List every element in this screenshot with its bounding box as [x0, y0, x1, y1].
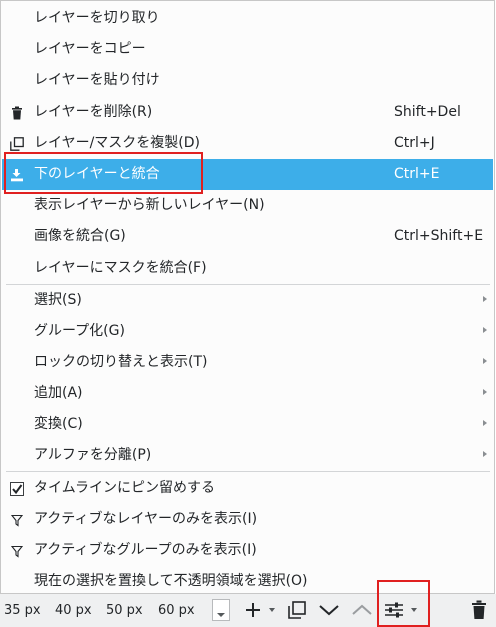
option-pin-timeline[interactable]: タイムラインにピン留めする: [2, 473, 493, 504]
submenu-select[interactable]: 選択(S): [2, 285, 493, 316]
menu-item-merge-down[interactable]: 下のレイヤーと統合 Ctrl+E: [2, 159, 493, 190]
menu-item-cut-layer[interactable]: レイヤーを切り取り: [2, 3, 493, 34]
menu-item-paste-layer[interactable]: レイヤーを貼り付け: [2, 65, 493, 96]
layer-context-menu: レイヤーを切り取り レイヤーをコピー レイヤーを貼り付け レイヤーを削除(R) …: [0, 0, 495, 594]
submenu-arrow-icon: [483, 420, 487, 426]
option-show-active-layer-only[interactable]: アクティブなレイヤーのみを表示(I): [2, 504, 493, 535]
menu-item-label: タイムラインにピン留めする: [34, 480, 216, 496]
menu-item-label: レイヤー/マスクを複製(D): [34, 135, 201, 151]
submenu-arrow-icon: [483, 327, 487, 333]
menu-item-new-from-visible[interactable]: 表示レイヤーから新しいレイヤー(N): [2, 190, 493, 221]
menu-item-shortcut: Ctrl+E: [394, 166, 440, 182]
trash-icon[interactable]: [466, 598, 492, 622]
menu-item-delete-layer[interactable]: レイヤーを削除(R) Shift+Del: [2, 97, 493, 128]
menu-item-label: レイヤーを貼り付け: [34, 72, 160, 88]
menu-item-label: アクティブなレイヤーのみを表示(I): [34, 511, 258, 527]
submenu-arrow-icon: [483, 358, 487, 364]
menu-item-label: グループ化(G): [34, 323, 125, 339]
duplicate-icon[interactable]: [285, 598, 309, 622]
menu-item-label: 下のレイヤーと統合: [34, 166, 160, 182]
submenu-split-alpha[interactable]: アルファを分離(P): [2, 440, 493, 471]
menu-item-label: 選択(S): [34, 292, 82, 308]
menu-item-label: ロックの切り替えと表示(T): [34, 354, 208, 370]
thumbnail-size-option[interactable]: 60 px: [158, 603, 195, 618]
move-up-icon[interactable]: [349, 598, 375, 622]
option-select-opaque-replace[interactable]: 現在の選択を置換して不透明領域を選択(O): [2, 566, 493, 597]
submenu-arrow-icon: [483, 296, 487, 302]
thumbnail-size-dropdown[interactable]: [212, 599, 230, 621]
submenu-convert[interactable]: 変換(C): [2, 409, 493, 440]
menu-item-label: アクティブなグループのみを表示(I): [34, 542, 257, 558]
merge-down-icon: [8, 166, 26, 184]
menu-item-label: 追加(A): [34, 385, 83, 401]
menu-item-merge-mask[interactable]: レイヤーにマスクを統合(F): [2, 253, 493, 284]
menu-item-label: レイヤーを削除(R): [34, 104, 153, 120]
option-show-active-group-only[interactable]: アクティブなグループのみを表示(I): [2, 535, 493, 566]
menu-item-label: 画像を統合(G): [34, 228, 126, 244]
menu-item-duplicate-layer[interactable]: レイヤー/マスクを複製(D) Ctrl+J: [2, 128, 493, 159]
filter-icon: [8, 542, 26, 560]
thumbnail-size-option[interactable]: 50 px: [106, 603, 143, 618]
submenu-add[interactable]: 追加(A): [2, 378, 493, 409]
move-down-icon[interactable]: [316, 598, 342, 622]
submenu-lock-toggle[interactable]: ロックの切り替えと表示(T): [2, 347, 493, 378]
add-layer-icon[interactable]: [242, 598, 264, 622]
menu-separator: [6, 471, 490, 472]
screen: レイヤーを切り取り レイヤーをコピー レイヤーを貼り付け レイヤーを削除(R) …: [0, 0, 496, 627]
submenu-arrow-icon: [483, 451, 487, 457]
menu-item-label: レイヤーを切り取り: [34, 10, 160, 26]
submenu-group[interactable]: グループ化(G): [2, 316, 493, 347]
menu-item-label: 現在の選択を置換して不透明領域を選択(O): [34, 573, 308, 589]
trash-icon: [8, 104, 26, 122]
menu-item-label: 表示レイヤーから新しいレイヤー(N): [34, 197, 265, 213]
checkbox-checked-icon[interactable]: [8, 480, 26, 498]
submenu-arrow-icon: [483, 389, 487, 395]
duplicate-icon: [8, 135, 26, 153]
menu-item-label: アルファを分離(P): [34, 447, 152, 463]
menu-item-label: レイヤーをコピー: [34, 41, 146, 57]
thumbnail-size-option[interactable]: 40 px: [55, 603, 92, 618]
menu-item-shortcut: Ctrl+J: [394, 135, 435, 151]
menu-item-shortcut: Shift+Del: [394, 104, 461, 120]
thumbnail-size-option[interactable]: 35 px: [4, 603, 41, 618]
dropdown-icon[interactable]: [408, 598, 420, 622]
menu-item-label: レイヤーにマスクを統合(F): [34, 260, 207, 276]
menu-item-shortcut: Ctrl+Shift+E: [394, 228, 484, 244]
properties-icon[interactable]: [381, 598, 407, 622]
menu-item-copy-layer[interactable]: レイヤーをコピー: [2, 34, 493, 65]
menu-item-label: 変換(C): [34, 416, 83, 432]
filter-icon: [8, 511, 26, 529]
menu-item-flatten-image[interactable]: 画像を統合(G) Ctrl+Shift+E: [2, 221, 493, 252]
dropdown-icon[interactable]: [266, 598, 278, 622]
layers-toolbar: 35 px 40 px 50 px 60 px: [0, 594, 496, 627]
